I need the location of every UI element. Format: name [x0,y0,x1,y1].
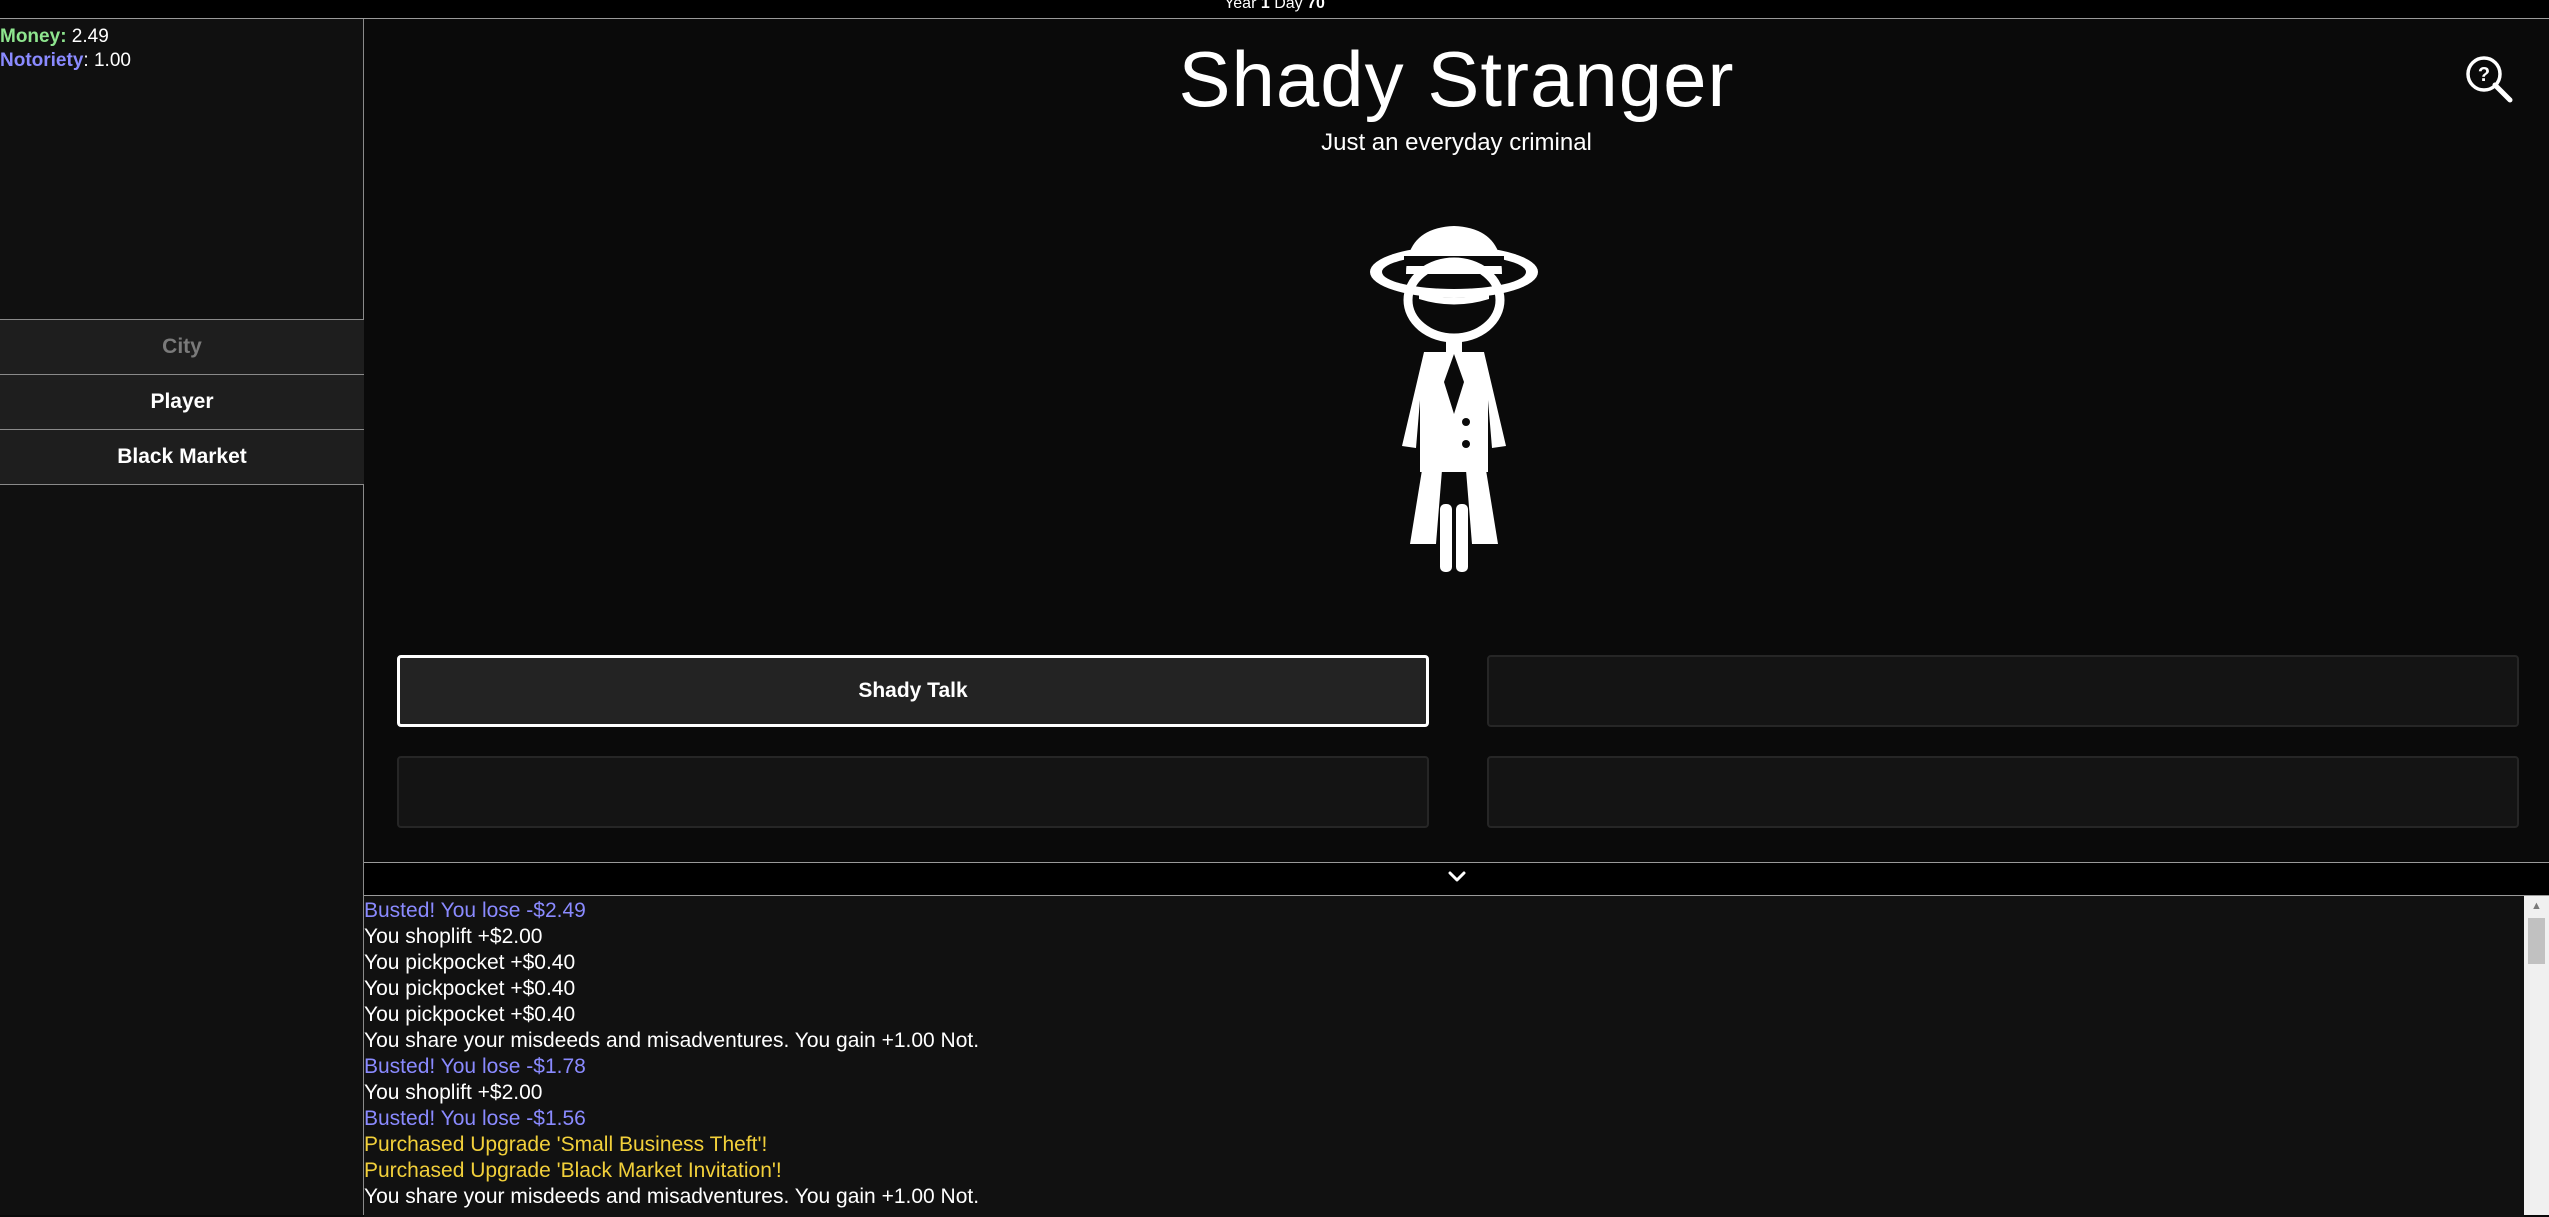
log-line: You shoplift +$2.00 [364,1081,543,1104]
log-line: Busted! You lose -$2.49 [364,899,586,922]
log-line: You pickpocket +$0.40 [364,1003,576,1026]
scroll-up-arrow-icon[interactable]: ▲ [2524,896,2549,916]
log-line: Purchased Upgrade 'Small Business Theft'… [364,1133,768,1156]
year-value: 1 [1260,0,1270,12]
nav-item-city[interactable]: City [0,320,364,375]
nav-item-black-market[interactable]: Black Market [0,430,364,485]
log-line: Busted! You lose -$1.78 [364,1055,586,1078]
page-title: Shady Stranger [1178,35,1735,123]
action-slot-2[interactable] [1487,655,2519,727]
log-scrollbar[interactable]: ▲ [2524,896,2549,1215]
log-line: You pickpocket +$0.40 [364,951,576,974]
stats-panel: Money: 2.49 Notoriety: 1.00 [0,25,131,73]
action-slot-3[interactable] [397,756,1429,828]
nav-item-player[interactable]: Player [0,375,364,430]
main-panel: Shady Stranger Just an everyday criminal… [364,19,2549,862]
log-line: You pickpocket +$0.40 [364,977,576,1000]
page-subtitle: Just an everyday criminal [1321,129,1592,156]
notoriety-value: 1.00 [93,50,131,71]
shady-stranger-icon [1364,214,1544,594]
log-line: You share your misdeeds and misadventure… [364,1029,980,1052]
nav-menu: City Player Black Market [0,319,364,485]
notoriety-label: Notoriety [0,50,84,71]
scroll-thumb[interactable] [2528,918,2545,964]
log-line: Purchased Upgrade 'Black Market Invitati… [364,1159,782,1182]
log-line: You share your misdeeds and misadventure… [364,1185,980,1208]
money-stat: Money: 2.49 [0,26,109,47]
event-log: Busted! You lose -$2.49 You shoplift +$2… [364,896,2524,1217]
day-value: 70 [1307,0,1325,12]
notoriety-stat: Notoriety: 1.00 [0,50,131,71]
money-value: 2.49 [71,26,109,47]
action-slot-4[interactable] [1487,756,2519,828]
search-help-icon[interactable]: ? [2464,54,2516,106]
day-label: Day [1274,0,1303,12]
money-label: Money [0,26,61,47]
date-bar: Year 1 Day 70 [0,0,2549,19]
shady-talk-button[interactable]: Shady Talk [397,655,1429,727]
svg-text:?: ? [2478,64,2490,86]
log-collapse-toggle[interactable] [364,862,2549,896]
chevron-down-icon [1447,870,1467,888]
log-line: You shoplift +$2.00 [364,925,543,948]
year-label: Year [1224,0,1257,12]
log-line: Busted! You lose -$1.56 [364,1107,586,1130]
sidebar: Money: 2.49 Notoriety: 1.00 City Player … [0,19,364,1215]
